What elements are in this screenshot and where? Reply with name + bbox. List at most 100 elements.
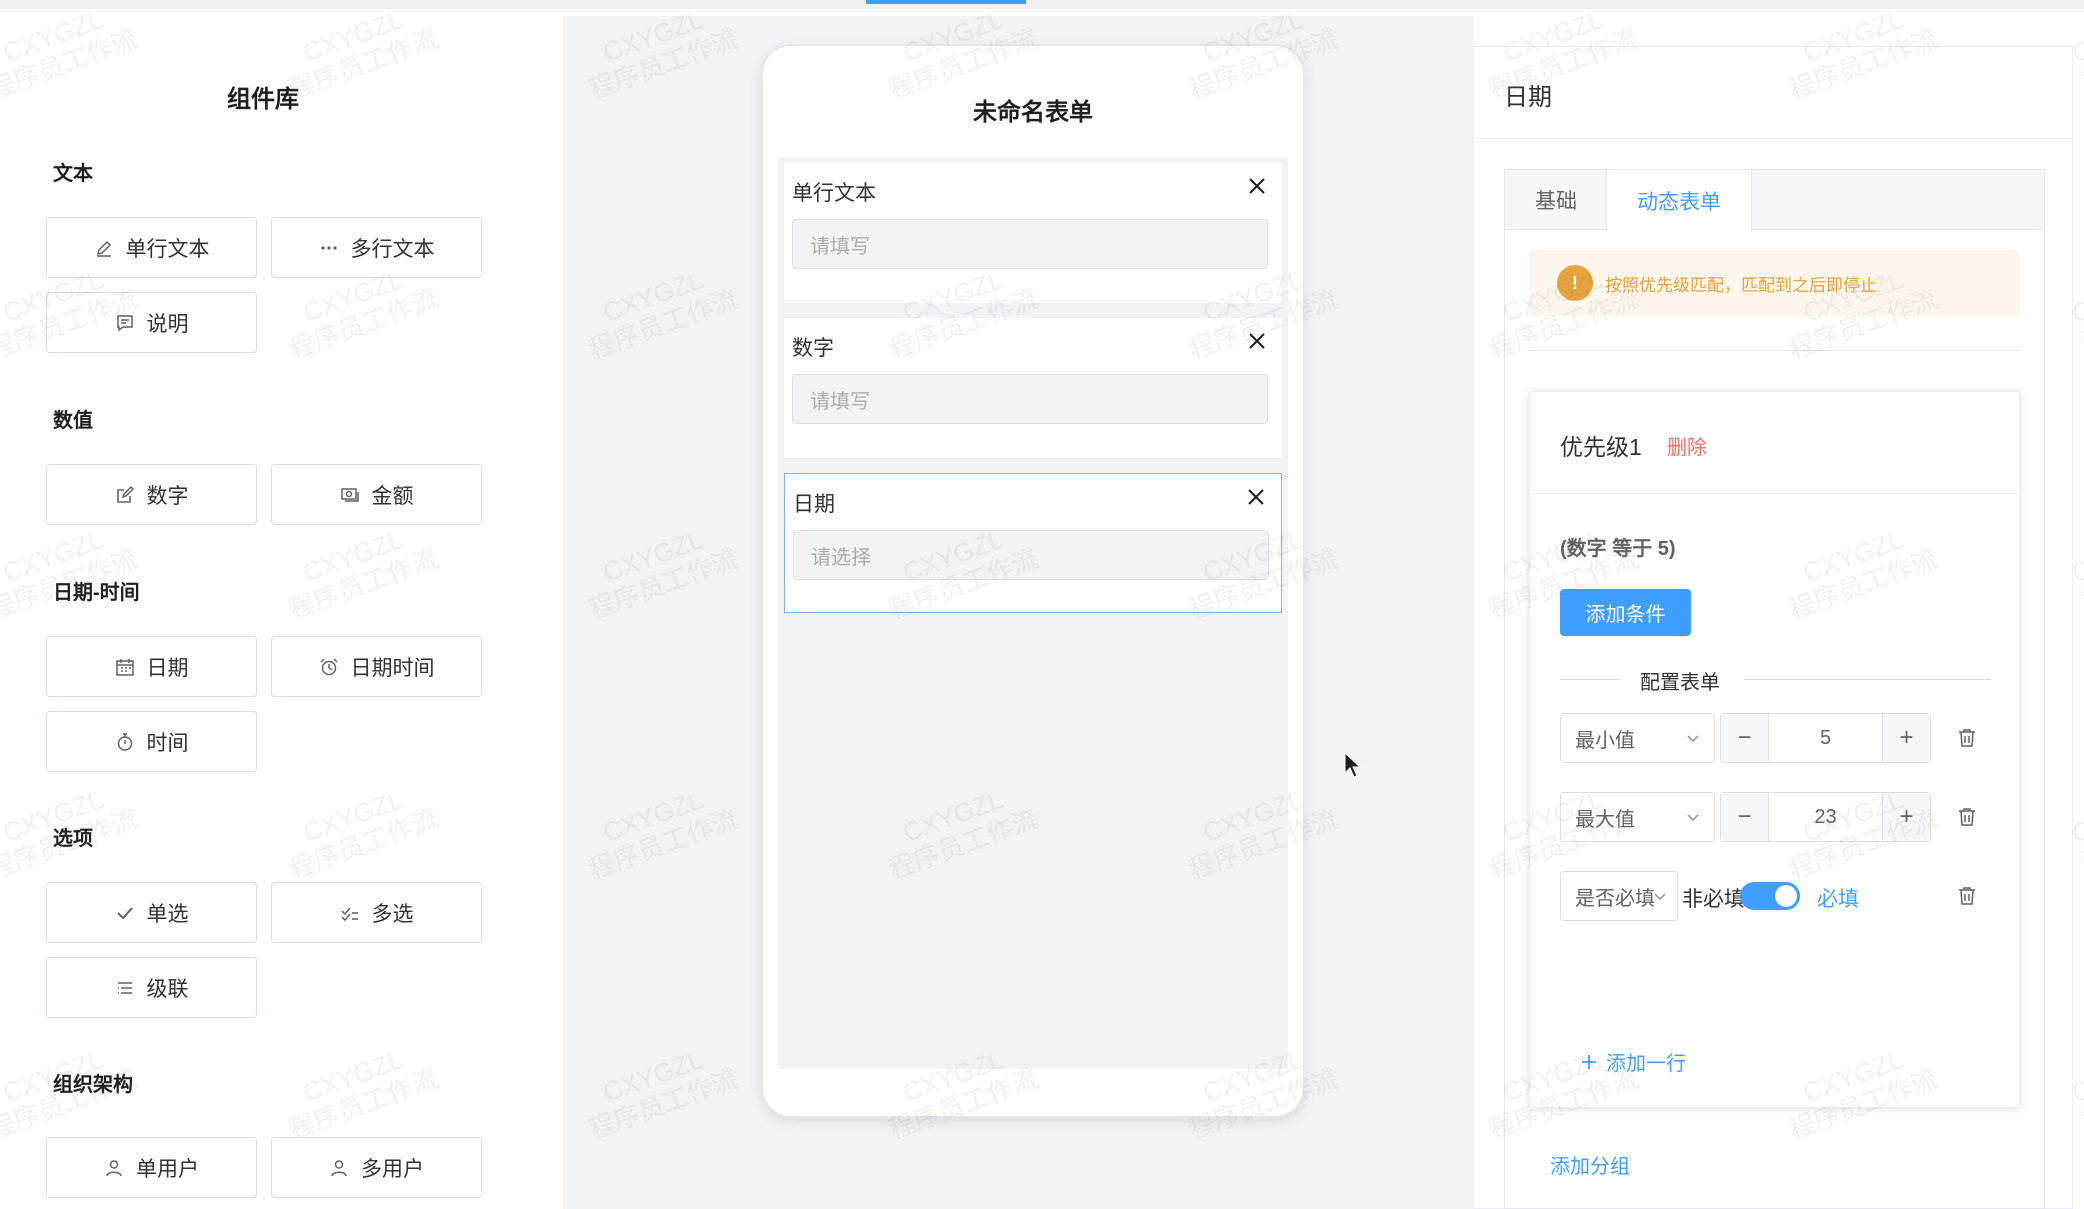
edit-icon — [115, 485, 135, 505]
info-alert: ! 按照优先级匹配，匹配到之后即停止 — [1529, 250, 2020, 316]
trash-icon[interactable] — [1956, 727, 1978, 749]
component-cascader[interactable]: 级联 — [46, 957, 257, 1018]
tab-basic[interactable]: 基础 — [1505, 170, 1607, 230]
section-title-options: 选项 — [53, 828, 93, 850]
component-description[interactable]: 说明 — [46, 292, 257, 353]
trash-icon[interactable] — [1956, 806, 1978, 828]
config-row-min: 最小值 − 5 + — [1560, 713, 2000, 763]
property-select[interactable]: 是否必填 — [1560, 871, 1678, 921]
property-select[interactable]: 最大值 — [1560, 792, 1715, 842]
calendar-icon — [115, 657, 135, 677]
delete-group-link[interactable]: 删除 — [1667, 431, 1707, 460]
component-label: 多行文本 — [350, 237, 435, 261]
close-icon[interactable] — [1245, 486, 1267, 508]
divider-label: 配置表单 — [1640, 672, 1720, 694]
alarm-clock-icon — [319, 657, 339, 677]
phone-preview: 未命名表单 单行文本 请填写 数字 请填写 日期 请选择 — [763, 46, 1303, 1116]
component-amount[interactable]: 金额 — [271, 464, 482, 525]
check-icon — [115, 903, 135, 923]
required-switch[interactable] — [1740, 882, 1800, 910]
field-input[interactable]: 请选择 — [793, 530, 1269, 580]
condition-text: (数字 等于 5) — [1560, 538, 1676, 560]
switch-knob — [1775, 885, 1797, 907]
form-field-number[interactable]: 数字 请填写 — [784, 318, 1282, 458]
field-label: 日期 — [793, 493, 835, 516]
component-label: 金额 — [371, 484, 414, 508]
divider-line — [1744, 679, 1991, 680]
component-label: 说明 — [146, 312, 189, 336]
multi-check-icon — [340, 903, 360, 923]
increment-button[interactable]: + — [1882, 714, 1930, 762]
component-label: 多用户 — [361, 1157, 424, 1181]
add-row-label: 添加一行 — [1606, 1053, 1686, 1075]
decrement-button[interactable]: − — [1721, 793, 1769, 841]
config-form-divider: 配置表单 — [1560, 664, 1991, 694]
decrement-button[interactable]: − — [1721, 714, 1769, 762]
component-datetime[interactable]: 日期时间 — [271, 636, 482, 697]
chevron-down-icon — [1687, 814, 1699, 822]
money-icon — [340, 485, 360, 505]
field-input[interactable]: 请填写 — [792, 219, 1268, 269]
component-label: 级联 — [146, 977, 189, 1001]
component-date[interactable]: 日期 — [46, 636, 257, 697]
chevron-down-icon — [1654, 893, 1666, 901]
component-multi-select[interactable]: 多选 — [271, 882, 482, 943]
field-label: 单行文本 — [792, 182, 876, 205]
pen-icon — [94, 238, 114, 258]
component-single-line-text[interactable]: 单行文本 — [46, 217, 257, 278]
comment-icon — [115, 313, 135, 333]
section-title-number: 数值 — [53, 410, 93, 432]
warning-icon: ! — [1557, 265, 1593, 301]
component-multi-line-text[interactable]: 多行文本 — [271, 217, 482, 278]
add-condition-button[interactable]: 添加条件 — [1560, 589, 1691, 636]
switch-on-label: 必填 — [1817, 888, 1859, 911]
trash-icon[interactable] — [1956, 885, 1978, 907]
property-select[interactable]: 最小值 — [1560, 713, 1715, 763]
component-label: 单用户 — [136, 1157, 199, 1181]
component-label: 单选 — [146, 902, 189, 926]
select-value: 是否必填 — [1575, 887, 1655, 910]
mouse-cursor-icon — [1344, 752, 1362, 778]
section-title-org: 组织架构 — [53, 1074, 133, 1096]
select-value: 最大值 — [1575, 808, 1635, 831]
form-canvas-area: 未命名表单 单行文本 请填写 数字 请填写 日期 请选择 — [563, 16, 1473, 1209]
priority-group-card: 优先级1 删除 (数字 等于 5) 添加条件 配置表单 最小值 − 5 + 最大… — [1529, 391, 2020, 1108]
stepper-value[interactable]: 5 — [1769, 714, 1882, 762]
field-input[interactable]: 请填写 — [792, 374, 1268, 424]
user-icon — [329, 1158, 349, 1178]
config-row-required: 是否必填 非必填 必填 — [1560, 871, 2000, 921]
component-multi-user[interactable]: 多用户 — [271, 1137, 482, 1198]
component-time[interactable]: 时间 — [46, 711, 257, 772]
component-label: 单行文本 — [125, 237, 210, 261]
top-bar — [0, 0, 2084, 9]
add-row-button[interactable]: 添加一行 — [1580, 1047, 1686, 1076]
component-label: 日期 — [146, 656, 189, 680]
panel-title: 组件库 — [227, 86, 299, 113]
add-group-link[interactable]: 添加分组 — [1550, 1150, 1630, 1179]
form-title[interactable]: 未命名表单 — [763, 92, 1303, 127]
top-accent-bar — [866, 0, 1026, 4]
ellipsis-icon — [319, 238, 339, 258]
plus-icon — [1582, 1054, 1596, 1069]
tab-bar: 基础 动态表单 — [1505, 170, 2044, 231]
form-field-date[interactable]: 日期 请选择 — [784, 473, 1282, 613]
component-label: 时间 — [146, 731, 189, 755]
component-number[interactable]: 数字 — [46, 464, 257, 525]
field-label: 数字 — [792, 337, 834, 360]
close-icon[interactable] — [1246, 175, 1268, 197]
tab-dynamic-form[interactable]: 动态表单 — [1606, 170, 1752, 231]
component-single-user[interactable]: 单用户 — [46, 1137, 257, 1198]
divider-line — [1560, 679, 1620, 680]
stepper-value[interactable]: 23 — [1769, 793, 1882, 841]
group-name: 优先级1 — [1560, 434, 1642, 460]
divider — [1529, 350, 2020, 351]
component-library-panel: 组件库 文本 单行文本 多行文本 说明 数值 数字 金额 日期-时间 日期 日期… — [0, 9, 563, 1209]
increment-button[interactable]: + — [1882, 793, 1930, 841]
switch-off-label: 非必填 — [1682, 888, 1745, 911]
section-title-text: 文本 — [53, 163, 93, 185]
form-field-single-line-text[interactable]: 单行文本 请填写 — [784, 163, 1282, 303]
close-icon[interactable] — [1246, 330, 1268, 352]
properties-title: 日期 — [1504, 84, 1552, 111]
divider — [1474, 138, 2072, 139]
component-single-select[interactable]: 单选 — [46, 882, 257, 943]
